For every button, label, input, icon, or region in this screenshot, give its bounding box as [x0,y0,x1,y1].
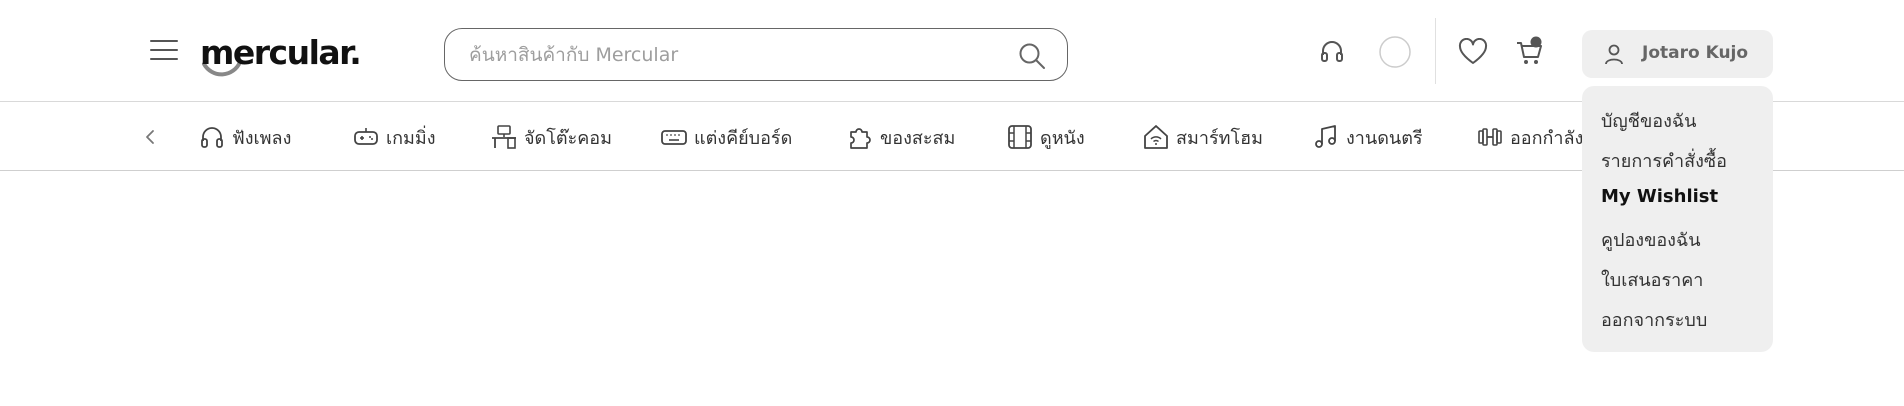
user-icon [1605,44,1623,65]
chevron-left-icon[interactable] [140,123,160,151]
category-label: แต่งคีย์บอร์ด [694,127,793,149]
menu-item-logout[interactable]: ออกจากระบบ [1601,305,1707,334]
category-label: งานดนตรี [1346,127,1423,149]
dumbbell-icon [1478,128,1502,146]
menu-item-wishlist[interactable]: My Wishlist [1601,186,1718,207]
category-item-listen-music[interactable]: ฟังเพลง [198,120,291,154]
category-item-gaming[interactable]: เกมมิ่ง [352,120,436,154]
search-icon[interactable] [1017,41,1047,71]
category-label: ออกกำลัง [1510,127,1584,149]
category-item-desk-setup[interactable]: จัดโต๊ะคอม [490,120,612,154]
menu-item-quotations[interactable]: ใบเสนอราคา [1601,265,1703,294]
wishlist-heart-icon[interactable] [1458,38,1488,66]
header-divider [1435,18,1436,84]
category-label: ฟังเพลง [232,127,292,149]
hamburger-menu-icon[interactable] [150,40,180,66]
category-label: ของสะสม [880,127,956,149]
logo-text: mercular. [200,32,362,72]
headphones-icon [201,127,223,148]
cart-badge [1530,36,1542,48]
gamepad-icon [354,128,378,145]
desk-icon [492,125,516,149]
category-label: เกมมิ่ง [386,127,436,149]
category-label: ดูหนัง [1040,127,1085,149]
menu-item-orders[interactable]: รายการคำสั่งซื้อ [1601,146,1727,175]
user-account-button[interactable]: Jotaro Kujo [1582,30,1773,78]
smart-home-icon [1144,125,1168,149]
user-dropdown-menu: บัญชีของฉัน รายการคำสั่งซื้อ My Wishlist… [1582,86,1773,352]
search-bar [444,28,1068,81]
category-label: สมาร์ทโฮม [1176,127,1264,149]
category-item-custom-keyboard[interactable]: แต่งคีย์บอร์ด [660,120,792,154]
category-item-collectibles[interactable]: ของสะสม [846,120,955,154]
music-note-icon [1315,125,1336,148]
search-input[interactable] [469,37,989,73]
cart-icon[interactable] [1514,34,1548,68]
film-icon [1008,125,1032,149]
keyboard-icon [661,130,687,145]
puzzle-icon [850,128,871,149]
mercular-logo[interactable]: mercular. [200,26,362,78]
menu-item-my-coupons[interactable]: คูปองของฉัน [1601,225,1701,254]
user-name: Jotaro Kujo [1642,43,1749,63]
category-item-exercise[interactable]: ออกกำลัง [1476,120,1583,154]
category-label: จัดโต๊ะคอม [524,127,612,149]
theme-toggle-icon[interactable] [1378,35,1412,69]
category-item-movies[interactable]: ดูหนัง [1006,120,1085,154]
category-item-smart-home[interactable]: สมาร์ทโฮม [1142,120,1263,154]
menu-item-my-account[interactable]: บัญชีของฉัน [1601,106,1696,135]
headphones-support-icon[interactable] [1318,38,1346,66]
category-item-music-production[interactable]: งานดนตรี [1312,120,1423,154]
